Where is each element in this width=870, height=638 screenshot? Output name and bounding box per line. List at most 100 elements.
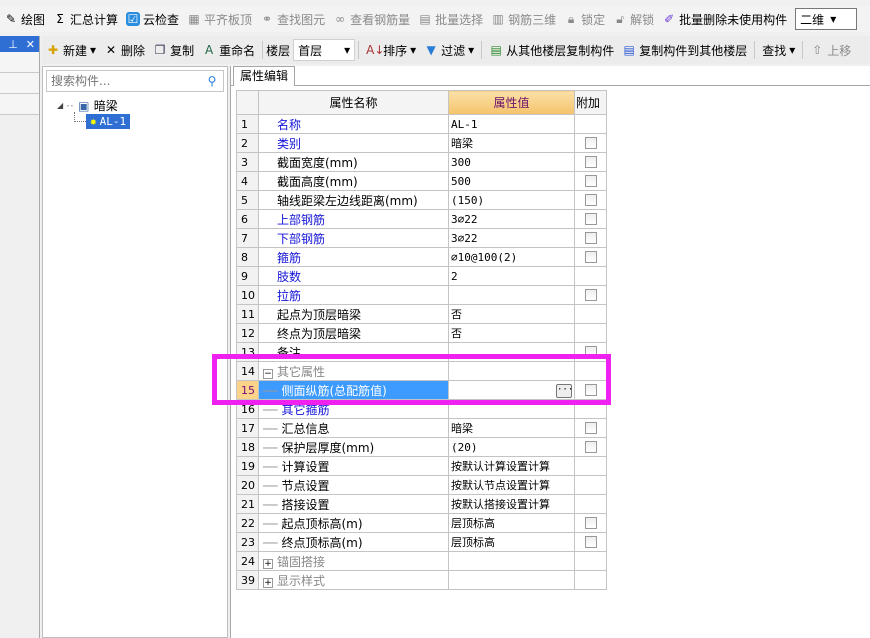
extra-checkbox[interactable] <box>584 137 597 149</box>
expand-icon[interactable]: + <box>263 577 273 588</box>
collapse-icon[interactable]: − <box>263 368 273 379</box>
property-row[interactable]: 7 下部钢筋 3⌀22 <box>236 228 607 248</box>
toolbar-sigma-button[interactable]: Σ 汇总计算 <box>49 8 122 30</box>
property-value[interactable]: 否 <box>448 323 575 343</box>
toolbar-cloud-check-button[interactable]: ☑ 云检查 <box>122 8 183 30</box>
extra-checkbox[interactable] <box>584 156 597 168</box>
property-value[interactable] <box>448 399 575 419</box>
toolbar-unlock-button[interactable]: 🔓︎ 解锁 <box>609 8 658 30</box>
extra-checkbox[interactable] <box>584 422 597 434</box>
property-value[interactable]: ··· <box>448 380 575 400</box>
delete-button[interactable]: ✕ 删除 <box>100 39 149 61</box>
search-icon[interactable]: ⚲ <box>201 74 223 88</box>
sort-button[interactable]: A↓ 排序 ▾ <box>362 39 420 61</box>
expand-icon[interactable]: + <box>263 558 273 569</box>
property-row[interactable]: 24 + 锚固搭接 <box>236 551 607 571</box>
toolbar-binoculars-button[interactable]: ⚭ 查找图元 <box>256 8 329 30</box>
extra-checkbox[interactable] <box>584 232 597 244</box>
dock-row[interactable] <box>0 94 39 115</box>
property-row[interactable]: 4 截面高度(mm) 500 <box>236 171 607 191</box>
extra-checkbox[interactable] <box>584 536 597 548</box>
property-row[interactable]: 8 箍筋 ⌀10@100(2) <box>236 247 607 267</box>
dock-row[interactable] <box>0 73 39 94</box>
toolbar-rebar-3d-button[interactable]: ▥ 钢筋三维 <box>487 8 560 30</box>
property-value[interactable] <box>448 570 575 590</box>
toolbar-rebar-view-button[interactable]: ∞ 查看钢筋量 <box>329 8 414 30</box>
extra-checkbox[interactable] <box>584 346 597 358</box>
property-value[interactable]: 否 <box>448 304 575 324</box>
extra-checkbox[interactable] <box>584 251 597 263</box>
property-row[interactable]: 2 类别 暗梁 <box>236 133 607 153</box>
toolbar-batch-select-button[interactable]: ▤ 批量选择 <box>414 8 487 30</box>
property-value[interactable]: 层顶标高 <box>448 513 575 533</box>
collapse-triangle-icon[interactable]: ◢ <box>57 101 63 110</box>
extra-checkbox[interactable] <box>584 441 597 453</box>
tree-node-al1[interactable]: ✸ AL-1 <box>86 114 131 129</box>
property-row[interactable]: 39 + 显示样式 <box>236 570 607 590</box>
pin-icon[interactable]: ⊥ <box>8 38 18 51</box>
floor-select[interactable]: 首层 ▾ <box>293 39 356 61</box>
extra-checkbox[interactable] <box>584 289 597 301</box>
rename-button[interactable]: A 重命名 <box>198 39 259 61</box>
header-extra[interactable]: 附加 <box>574 90 607 115</box>
ellipsis-button[interactable]: ··· <box>556 383 573 398</box>
property-row[interactable]: 6 上部钢筋 3⌀22 <box>236 209 607 229</box>
property-value[interactable]: ⌀10@100(2) <box>448 247 575 267</box>
extra-checkbox[interactable] <box>584 517 597 529</box>
property-value[interactable]: 暗梁 <box>448 418 575 438</box>
property-value[interactable]: (150) <box>448 190 575 210</box>
property-value[interactable]: 3⌀22 <box>448 228 575 248</box>
header-name[interactable]: 属性名称 <box>258 90 449 115</box>
toolbar-align-top-button[interactable]: ▦ 平齐板顶 <box>183 8 256 30</box>
copy-button[interactable]: ❐ 复制 <box>149 39 198 61</box>
property-row[interactable]: 18 ── 保护层厚度(mm) (20) <box>236 437 607 457</box>
property-row[interactable]: 16 ── 其它箍筋 <box>236 399 607 419</box>
property-row[interactable]: 3 截面宽度(mm) 300 <box>236 152 607 172</box>
extra-checkbox[interactable] <box>584 194 597 206</box>
toolbar-draw-button[interactable]: ✎ 绘图 <box>0 8 49 30</box>
property-value[interactable]: 层顶标高 <box>448 532 575 552</box>
extra-checkbox[interactable] <box>584 384 597 396</box>
property-value[interactable]: 按默认计算设置计算 <box>448 456 575 476</box>
property-value[interactable]: 2 <box>448 266 575 286</box>
extra-checkbox[interactable] <box>584 175 597 187</box>
property-value[interactable] <box>448 285 575 305</box>
property-value[interactable]: 500 <box>448 171 575 191</box>
dock-row[interactable] <box>0 52 39 73</box>
property-row[interactable]: 17 ── 汇总信息 暗梁 <box>236 418 607 438</box>
property-row[interactable]: 21 ── 搭接设置 按默认搭接设置计算 <box>236 494 607 514</box>
toolbar-lock-button[interactable]: 🔒︎ 锁定 <box>560 8 609 30</box>
property-row[interactable]: 14− 其它属性 <box>236 361 607 381</box>
search-input[interactable] <box>47 74 201 88</box>
property-value[interactable]: (20) <box>448 437 575 457</box>
copy-to-floor-button[interactable]: ▤ 复制构件到其他楼层 <box>618 39 751 61</box>
property-value[interactable]: 3⌀22 <box>448 209 575 229</box>
move-up-button[interactable]: ⇧ 上移 <box>806 39 855 61</box>
new-button[interactable]: ✚ 新建 ▾ <box>42 39 100 61</box>
tree-node-root[interactable]: ◢ ·· ▣ 暗梁 <box>57 97 118 114</box>
property-row[interactable]: 9 肢数 2 <box>236 266 607 286</box>
property-row[interactable]: 19 ── 计算设置 按默认计算设置计算 <box>236 456 607 476</box>
property-value[interactable] <box>448 551 575 571</box>
property-value[interactable] <box>448 342 575 362</box>
property-value[interactable]: 按默认节点设置计算 <box>448 475 575 495</box>
tab-property-edit[interactable]: 属性编辑 <box>233 66 296 86</box>
property-row[interactable]: 10 拉筋 <box>236 285 607 305</box>
property-value[interactable]: AL-1 <box>448 114 575 134</box>
property-row[interactable]: 5 轴线距梁左边线距离(mm) (150) <box>236 190 607 210</box>
property-value[interactable] <box>448 361 575 381</box>
property-value[interactable]: 按默认搭接设置计算 <box>448 494 575 514</box>
property-row[interactable]: 22 ── 起点顶标高(m) 层顶标高 <box>236 513 607 533</box>
property-row[interactable]: 11 起点为顶层暗梁否 <box>236 304 607 324</box>
property-row[interactable]: 1 名称 AL-1 <box>236 114 607 134</box>
extra-checkbox[interactable] <box>584 213 597 225</box>
view-mode-select[interactable]: 二维 ▾ <box>795 8 858 30</box>
property-row[interactable]: 12 终点为顶层暗梁否 <box>236 323 607 343</box>
toolbar-brush-button[interactable]: ✐ 批量删除未使用构件 <box>658 8 791 30</box>
property-row[interactable]: 20 ── 节点设置 按默认节点设置计算 <box>236 475 607 495</box>
property-value[interactable]: 300 <box>448 152 575 172</box>
property-value[interactable]: 暗梁 <box>448 133 575 153</box>
close-icon[interactable]: ✕ <box>26 38 35 51</box>
property-row[interactable]: 23 ── 终点顶标高(m) 层顶标高 <box>236 532 607 552</box>
header-value[interactable]: 属性值 <box>448 90 575 115</box>
